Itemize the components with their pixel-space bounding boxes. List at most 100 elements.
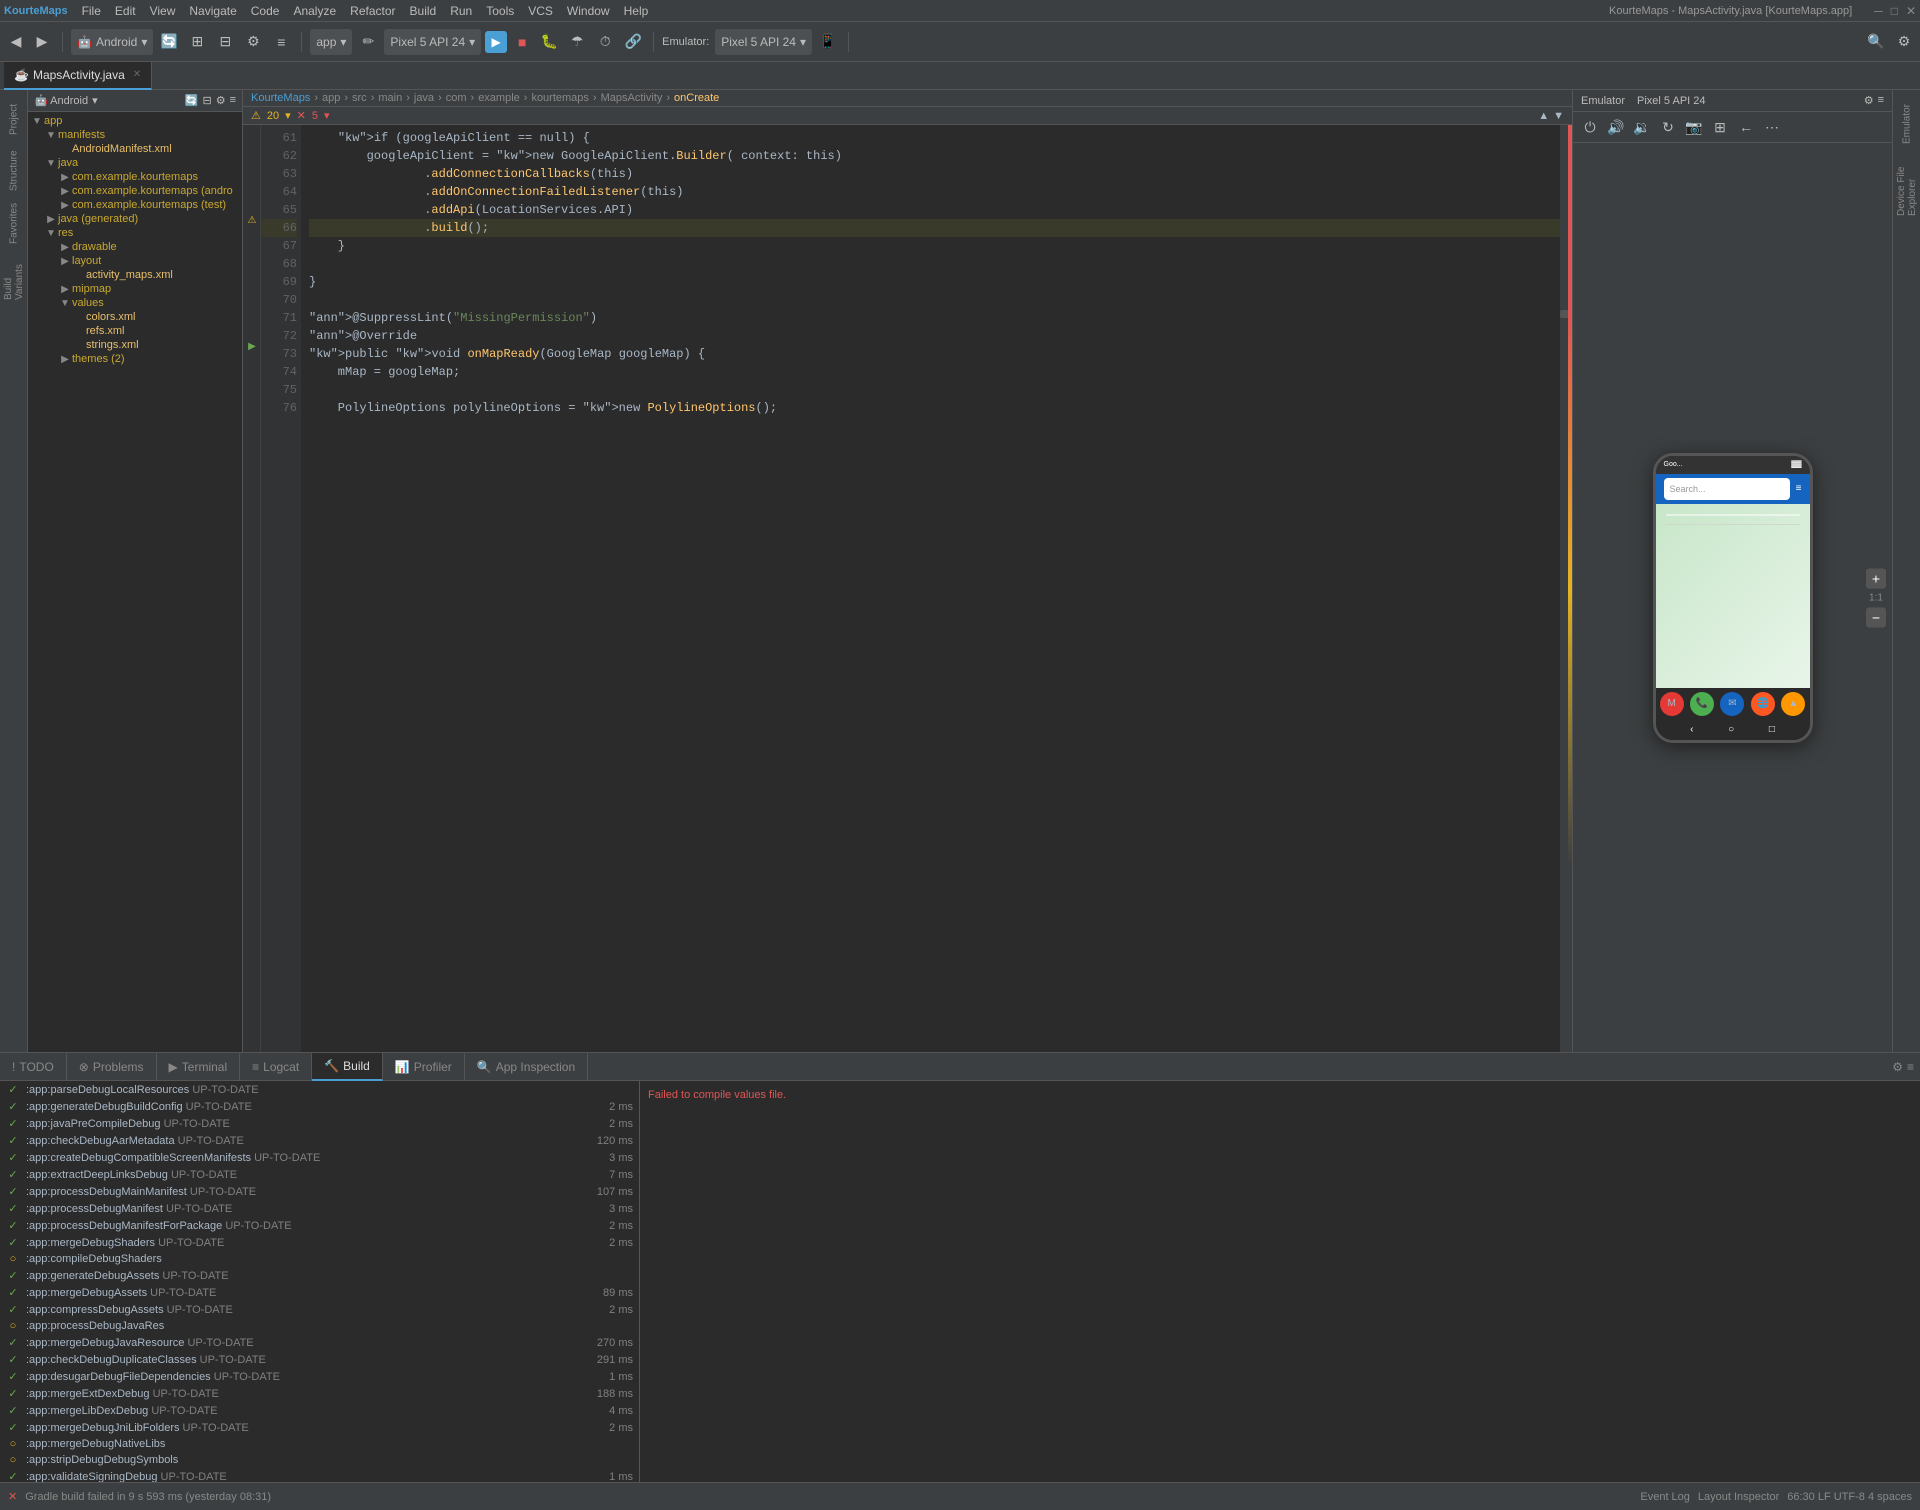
menu-vcs[interactable]: VCS xyxy=(522,2,559,20)
volume-up-btn[interactable]: 🔊 xyxy=(1605,116,1627,138)
project-options-btn[interactable]: ≡ xyxy=(230,94,236,107)
tree-item[interactable]: ▶java (generated) xyxy=(28,212,242,226)
tree-item[interactable]: ▶themes (2) xyxy=(28,352,242,366)
tree-item[interactable]: colors.xml xyxy=(28,310,242,324)
tab-terminal[interactable]: ▶ Terminal xyxy=(157,1053,241,1081)
recent-nav-icon[interactable]: □ xyxy=(1769,724,1775,735)
tree-item[interactable]: ▶mipmap xyxy=(28,282,242,296)
build-task-row[interactable]: ✓:app:generateDebugAssets UP-TO-DATE xyxy=(0,1267,639,1284)
tree-item[interactable]: ▼app xyxy=(28,114,242,128)
back-device-btn[interactable]: ← xyxy=(1735,116,1757,138)
tree-item[interactable]: refs.xml xyxy=(28,324,242,338)
tree-item[interactable]: ▶com.example.kourtemaps (andro xyxy=(28,184,242,198)
build-task-row[interactable]: ○:app:compileDebugShaders xyxy=(0,1251,639,1267)
build-task-row[interactable]: ✓:app:mergeDebugShaders UP-TO-DATE2 ms xyxy=(0,1234,639,1251)
phone-icon-phone[interactable]: 📞 xyxy=(1690,692,1714,716)
tree-item[interactable]: ▶layout xyxy=(28,254,242,268)
emulator-settings-icon[interactable]: ⚙ xyxy=(1864,94,1874,107)
volume-down-btn[interactable]: 🔉 xyxy=(1631,116,1653,138)
screenshot-btn[interactable]: 📷 xyxy=(1683,116,1705,138)
tree-item[interactable]: ▶com.example.kourtemaps (test) xyxy=(28,198,242,212)
fold-btn[interactable]: ⊞ xyxy=(1709,116,1731,138)
sidebar-item-device-file-explorer[interactable]: Device File Explorer xyxy=(1895,156,1919,216)
phone-icon-gmail[interactable]: M xyxy=(1660,692,1684,716)
file-tab-maps-activity[interactable]: ☕ MapsActivity.java ✕ xyxy=(4,62,152,90)
menu-window[interactable]: Window xyxy=(561,2,616,20)
build-task-row[interactable]: ✓:app:processDebugManifestForPackage UP-… xyxy=(0,1217,639,1234)
rotate-btn[interactable]: ↻ xyxy=(1657,116,1679,138)
settings-icon[interactable]: ⚙ xyxy=(241,30,265,54)
menu-file[interactable]: File xyxy=(76,2,107,20)
expand-btn[interactable]: ⊞ xyxy=(185,30,209,54)
home-nav-icon[interactable]: ○ xyxy=(1728,724,1734,735)
build-task-row[interactable]: ✓:app:processDebugManifest UP-TO-DATE3 m… xyxy=(0,1200,639,1217)
menu-navigate[interactable]: Navigate xyxy=(183,2,242,20)
build-task-row[interactable]: ✓:app:parseDebugLocalResources UP-TO-DAT… xyxy=(0,1081,639,1098)
build-task-row[interactable]: ✓:app:processDebugMainManifest UP-TO-DAT… xyxy=(0,1183,639,1200)
tab-build[interactable]: 🔨 Build xyxy=(312,1053,383,1081)
build-task-row[interactable]: ✓:app:mergeDebugJniLibFolders UP-TO-DATE… xyxy=(0,1419,639,1436)
menu-analyze[interactable]: Analyze xyxy=(287,2,342,20)
close-btn[interactable]: ✕ xyxy=(1906,4,1916,18)
phone-map-content[interactable] xyxy=(1656,504,1810,688)
menu-code[interactable]: Code xyxy=(245,2,286,20)
build-task-row[interactable]: ✓:app:generateDebugBuildConfig UP-TO-DAT… xyxy=(0,1098,639,1115)
expand-warnings-btn[interactable]: ▲ xyxy=(1538,110,1549,122)
tree-item[interactable]: ▼res xyxy=(28,226,242,240)
more-options-btn[interactable]: ⋯ xyxy=(1761,116,1783,138)
sidebar-item-project[interactable]: Project xyxy=(2,94,26,144)
options-btn[interactable]: ≡ xyxy=(269,30,293,54)
build-task-row[interactable]: ✓:app:javaPreCompileDebug UP-TO-DATE2 ms xyxy=(0,1115,639,1132)
phone-icon-messages[interactable]: ✉ xyxy=(1720,692,1744,716)
tree-item[interactable]: ▶com.example.kourtemaps xyxy=(28,170,242,184)
avd-manager-btn[interactable]: 📱 xyxy=(816,30,840,54)
build-task-row[interactable]: ✓:app:mergeDebugAssets UP-TO-DATE89 ms xyxy=(0,1284,639,1301)
sidebar-item-build-variants[interactable]: Build Variants xyxy=(2,250,26,300)
menu-view[interactable]: View xyxy=(144,2,182,20)
build-panel-settings-icon[interactable]: ⚙ xyxy=(1892,1060,1903,1074)
back-btn[interactable]: ◀ xyxy=(4,30,28,54)
build-task-row[interactable]: ○:app:mergeDebugNativeLibs xyxy=(0,1436,639,1452)
attach-btn[interactable]: 🔗 xyxy=(621,30,645,54)
phone-menu-icon[interactable]: ≡ xyxy=(1796,483,1802,494)
device-dropdown[interactable]: Pixel 5 API 24 ▾ xyxy=(384,29,481,55)
minimize-btn[interactable]: ─ xyxy=(1874,4,1883,18)
code-editor[interactable]: "kw">if (googleApiClient == null) { goog… xyxy=(301,125,1572,1052)
build-task-row[interactable]: ✓:app:desugarDebugFileDependencies UP-TO… xyxy=(0,1368,639,1385)
app-config-dropdown[interactable]: app ▾ xyxy=(310,29,352,55)
zoom-out-btn[interactable]: − xyxy=(1866,607,1886,627)
sync-project-btn[interactable]: 🔄 xyxy=(185,94,199,107)
close-tab-icon[interactable]: ✕ xyxy=(133,69,141,80)
menu-help[interactable]: Help xyxy=(618,2,655,20)
build-task-row[interactable]: ✓:app:createDebugCompatibleScreenManifes… xyxy=(0,1149,639,1166)
build-task-row[interactable]: ✓:app:extractDeepLinksDebug UP-TO-DATE7 … xyxy=(0,1166,639,1183)
menu-run[interactable]: Run xyxy=(444,2,478,20)
build-task-row[interactable]: ✓:app:validateSigningDebug UP-TO-DATE1 m… xyxy=(0,1468,639,1482)
collapse-project-btn[interactable]: ⊟ xyxy=(202,94,211,107)
phone-search-bar[interactable]: Search... xyxy=(1664,478,1790,500)
tree-item[interactable]: strings.xml xyxy=(28,338,242,352)
build-task-row[interactable]: ○:app:stripDebugDebugSymbols xyxy=(0,1452,639,1468)
power-btn[interactable]: ⏻ xyxy=(1579,116,1601,138)
project-settings-btn[interactable]: ⚙ xyxy=(216,94,226,107)
menu-edit[interactable]: Edit xyxy=(109,2,142,20)
menu-refactor[interactable]: Refactor xyxy=(344,2,401,20)
tab-profiler[interactable]: 📊 Profiler xyxy=(383,1053,465,1081)
phone-icon-maps[interactable]: ▲ xyxy=(1781,692,1805,716)
build-task-row[interactable]: ✓:app:compressDebugAssets UP-TO-DATE2 ms xyxy=(0,1301,639,1318)
forward-btn[interactable]: ▶ xyxy=(30,30,54,54)
maximize-btn[interactable]: □ xyxy=(1891,4,1898,18)
build-panel-options-icon[interactable]: ≡ xyxy=(1907,1060,1914,1074)
build-task-row[interactable]: ✓:app:mergeDebugJavaResource UP-TO-DATE2… xyxy=(0,1334,639,1351)
android-dropdown[interactable]: 🤖 Android ▾ xyxy=(71,29,153,55)
tree-item[interactable]: activity_maps.xml xyxy=(28,268,242,282)
build-task-row[interactable]: ✓:app:checkDebugDuplicateClasses UP-TO-D… xyxy=(0,1351,639,1368)
collapse-btn[interactable]: ⊟ xyxy=(213,30,237,54)
build-task-row[interactable]: ✓:app:mergeExtDexDebug UP-TO-DATE188 ms xyxy=(0,1385,639,1402)
zoom-in-btn[interactable]: + xyxy=(1866,568,1886,588)
edit-config-btn[interactable]: ✏ xyxy=(356,30,380,54)
emulator-device-dropdown[interactable]: Pixel 5 API 24 ▾ xyxy=(715,29,812,55)
tree-item[interactable]: ▼java xyxy=(28,156,242,170)
menu-build[interactable]: Build xyxy=(404,2,443,20)
tab-logcat[interactable]: ≡ Logcat xyxy=(240,1053,312,1081)
